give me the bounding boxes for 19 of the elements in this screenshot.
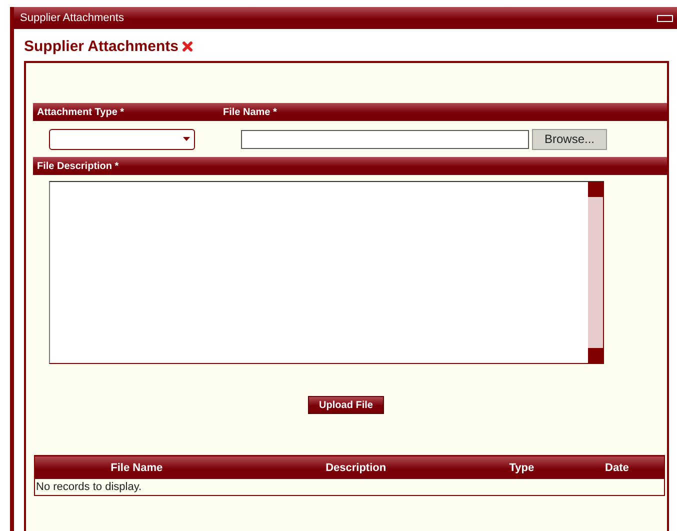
field-label: File Name * xyxy=(223,106,277,118)
close-icon[interactable] xyxy=(182,41,194,52)
file-name-field[interactable] xyxy=(241,130,529,148)
column-header: File Name xyxy=(34,456,238,479)
browse-button[interactable]: Browse... xyxy=(532,128,607,150)
column-header: Type xyxy=(473,456,570,479)
minimize-icon[interactable] xyxy=(657,14,673,22)
scrollbar[interactable] xyxy=(588,182,603,363)
field-label: Attachment Type * xyxy=(36,106,126,118)
caret-icon xyxy=(183,136,190,140)
description-field[interactable] xyxy=(49,181,604,364)
page-heading: Supplier Attachments xyxy=(24,38,178,55)
column-header: Date xyxy=(570,456,664,479)
window-title: Supplier Attachments xyxy=(20,12,124,24)
column-header: Description xyxy=(238,456,474,479)
upload-button[interactable]: Upload File xyxy=(308,396,384,414)
field-label: File Description * xyxy=(36,160,119,172)
attachment-type-dropdown[interactable] xyxy=(49,128,195,150)
empty-message: No records to display. xyxy=(34,479,664,496)
